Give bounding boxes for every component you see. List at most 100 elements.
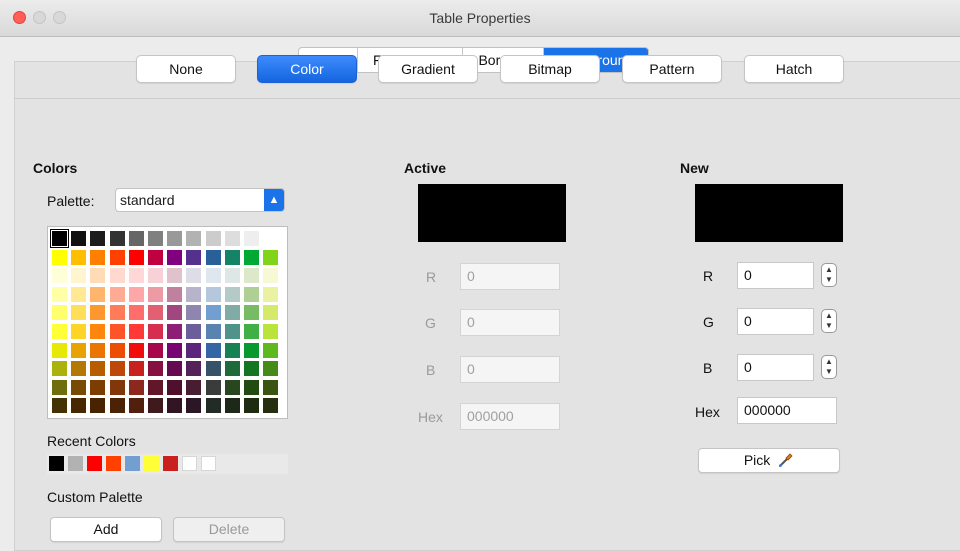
color-swatch[interactable] [52, 342, 67, 358]
color-swatch[interactable] [128, 305, 144, 321]
color-swatch[interactable] [71, 342, 87, 358]
color-swatch[interactable] [109, 361, 125, 377]
recent-color-swatch[interactable] [125, 456, 140, 471]
color-swatch[interactable] [167, 361, 183, 377]
color-swatch[interactable] [263, 249, 279, 265]
color-swatch[interactable] [52, 324, 67, 339]
new-hex-field[interactable]: 000000 [737, 397, 837, 424]
color-swatch[interactable] [224, 379, 240, 395]
color-swatch[interactable] [90, 305, 106, 321]
fill-gradient-button[interactable]: Gradient [378, 55, 478, 83]
recent-color-swatch[interactable] [68, 456, 83, 471]
new-b-field[interactable]: 0 [737, 354, 814, 381]
color-swatch[interactable] [109, 324, 125, 339]
recent-color-swatch[interactable] [182, 456, 197, 471]
color-swatch[interactable] [205, 305, 221, 321]
color-swatch[interactable] [244, 342, 259, 358]
color-swatch[interactable] [186, 379, 202, 395]
color-swatch[interactable] [71, 268, 87, 284]
color-swatch[interactable] [71, 324, 87, 339]
color-swatch[interactable] [224, 249, 240, 265]
color-swatch[interactable] [52, 361, 67, 377]
add-button[interactable]: Add [50, 517, 162, 542]
active-b-field[interactable]: 0 [460, 356, 560, 383]
color-swatch[interactable] [263, 379, 279, 395]
color-swatch[interactable] [244, 361, 259, 377]
color-swatch[interactable] [90, 324, 106, 339]
color-swatch[interactable] [186, 286, 202, 302]
recent-color-swatch[interactable] [144, 456, 159, 471]
recent-color-swatch[interactable] [49, 456, 64, 471]
color-swatch[interactable] [52, 305, 67, 321]
color-swatch[interactable] [90, 398, 106, 414]
color-swatch[interactable] [128, 268, 144, 284]
color-swatch[interactable] [263, 398, 279, 414]
delete-button[interactable]: Delete [173, 517, 285, 542]
color-swatch[interactable] [128, 231, 144, 246]
color-swatch[interactable] [263, 324, 279, 339]
color-swatch[interactable] [148, 342, 163, 358]
color-swatch[interactable] [205, 286, 221, 302]
color-swatch[interactable] [244, 231, 259, 246]
fill-color-button[interactable]: Color [257, 55, 357, 83]
color-swatch[interactable] [186, 324, 202, 339]
color-swatch[interactable] [244, 268, 259, 284]
color-swatch[interactable] [205, 361, 221, 377]
fill-pattern-button[interactable]: Pattern [622, 55, 722, 83]
color-swatch[interactable] [205, 249, 221, 265]
color-swatch[interactable] [205, 324, 221, 339]
color-swatch[interactable] [244, 398, 259, 414]
color-swatch[interactable] [205, 231, 221, 246]
color-swatch[interactable] [148, 286, 163, 302]
color-swatch[interactable] [128, 249, 144, 265]
color-swatch[interactable] [148, 398, 163, 414]
color-swatch[interactable] [90, 286, 106, 302]
color-swatch[interactable] [109, 286, 125, 302]
recent-color-swatch[interactable] [163, 456, 178, 471]
color-swatch[interactable] [224, 361, 240, 377]
color-swatch[interactable] [186, 361, 202, 377]
recent-color-swatch[interactable] [87, 456, 102, 471]
color-swatch[interactable] [148, 324, 163, 339]
color-swatch[interactable] [52, 398, 67, 414]
color-swatch[interactable] [205, 379, 221, 395]
color-swatch[interactable] [109, 342, 125, 358]
fill-none-button[interactable]: None [136, 55, 236, 83]
color-swatch[interactable] [148, 305, 163, 321]
new-r-field[interactable]: 0 [737, 262, 814, 289]
color-swatch[interactable] [205, 268, 221, 284]
color-swatch[interactable] [167, 286, 183, 302]
color-swatch[interactable] [109, 379, 125, 395]
color-swatch[interactable] [167, 305, 183, 321]
color-swatch[interactable] [128, 361, 144, 377]
color-swatch[interactable] [90, 342, 106, 358]
color-swatch[interactable] [167, 249, 183, 265]
color-swatch[interactable] [263, 286, 279, 302]
color-swatch[interactable] [244, 305, 259, 321]
color-swatch[interactable] [186, 398, 202, 414]
color-swatch[interactable] [263, 305, 279, 321]
color-swatch[interactable] [128, 324, 144, 339]
color-swatch[interactable] [71, 286, 87, 302]
color-swatch[interactable] [148, 379, 163, 395]
color-swatch[interactable] [90, 249, 106, 265]
color-swatch[interactable] [224, 342, 240, 358]
pick-button[interactable]: Pick [698, 448, 840, 473]
color-swatch[interactable] [148, 249, 163, 265]
color-swatch[interactable] [71, 231, 87, 246]
color-swatch[interactable] [148, 268, 163, 284]
fill-hatch-button[interactable]: Hatch [744, 55, 844, 83]
color-swatch[interactable] [224, 268, 240, 284]
color-swatch[interactable] [90, 379, 106, 395]
color-swatch[interactable] [205, 398, 221, 414]
new-r-stepper-icon[interactable]: ▲︎ ▼︎ [821, 263, 837, 287]
new-g-stepper-icon[interactable]: ▲︎ ▼︎ [821, 309, 837, 333]
color-swatch[interactable] [71, 249, 87, 265]
color-swatch[interactable] [167, 398, 183, 414]
color-swatch[interactable] [71, 305, 87, 321]
color-swatch[interactable] [148, 361, 163, 377]
color-swatch[interactable] [224, 324, 240, 339]
color-swatch[interactable] [52, 379, 67, 395]
color-swatch[interactable] [128, 379, 144, 395]
color-swatch[interactable] [186, 268, 202, 284]
